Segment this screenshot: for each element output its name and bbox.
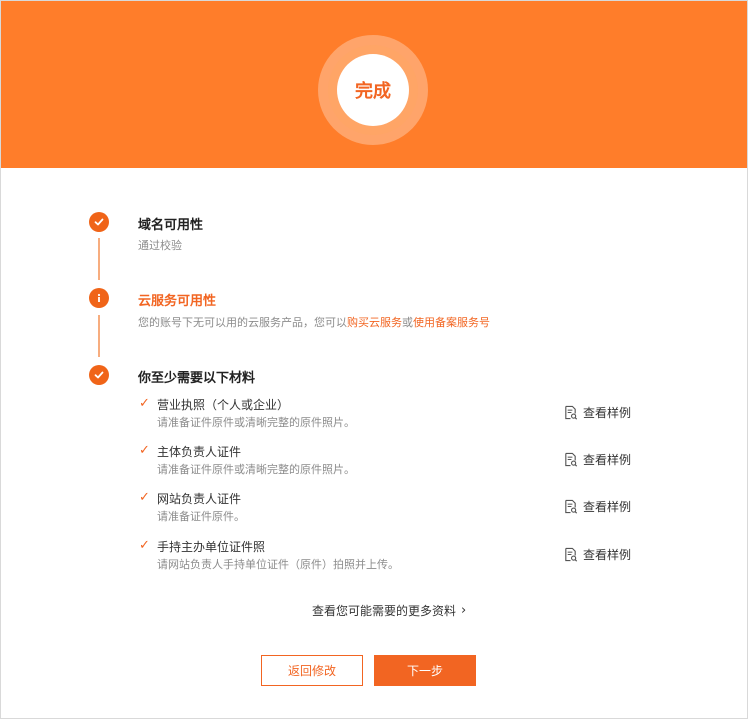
- status-label: 完成: [355, 81, 391, 102]
- step-2-connector-text: 或: [402, 316, 413, 329]
- step-2-title: 云服务可用性: [138, 294, 217, 309]
- document-search-icon: [565, 547, 578, 562]
- view-sample-label: 查看样例: [583, 500, 632, 514]
- view-sample-link[interactable]: 查看样例: [563, 404, 631, 421]
- more-materials-link[interactable]: 查看您可能需要的更多资料 ›: [312, 602, 466, 619]
- material-title: 手持主办单位证件照: [157, 540, 266, 554]
- material-title: 营业执照（个人或企业）: [157, 398, 290, 412]
- material-item: ✓ 手持主办单位证件照 请网站负责人手持单位证件（原件）拍照并上传。 查看样例: [0, 538, 748, 578]
- back-edit-button[interactable]: 返回修改: [261, 655, 363, 686]
- step-1-title: 域名可用性: [138, 218, 204, 233]
- document-search-icon: [565, 452, 578, 467]
- next-step-button[interactable]: 下一步: [374, 655, 476, 686]
- status-badge: 完成: [337, 54, 409, 126]
- material-check-icon: ✓: [139, 396, 150, 411]
- view-sample-link[interactable]: 查看样例: [563, 451, 631, 468]
- chevron-right-icon: ›: [461, 603, 467, 618]
- step-2-description: 您的账号下无可以用的云服务产品，您可以购买云服务或使用备案服务号: [138, 314, 490, 330]
- material-title: 主体负责人证件: [157, 445, 242, 459]
- material-item: ✓ 主体负责人证件 请准备证件原件或清晰完整的原件照片。 查看样例: [0, 443, 748, 483]
- view-sample-label: 查看样例: [583, 406, 632, 420]
- buy-cloud-service-link[interactable]: 购买云服务: [347, 316, 402, 329]
- material-item: ✓ 营业执照（个人或企业） 请准备证件原件或清晰完整的原件照片。 查看样例: [0, 396, 748, 436]
- step-1-description: 通过校验: [138, 239, 182, 252]
- document-search-icon: [565, 405, 578, 420]
- material-item: ✓ 网站负责人证件 请准备证件原件。 查看样例: [0, 490, 748, 530]
- view-sample-label: 查看样例: [583, 548, 632, 562]
- material-title: 网站负责人证件: [157, 492, 242, 506]
- more-materials-label: 查看您可能需要的更多资料: [312, 604, 457, 618]
- step-3-check-icon: [89, 365, 109, 385]
- material-description: 请准备证件原件或清晰完整的原件照片。: [157, 463, 355, 476]
- material-description: 请准备证件原件。: [157, 510, 245, 523]
- step-3-title: 你至少需要以下材料: [138, 371, 256, 386]
- material-check-icon: ✓: [139, 443, 150, 458]
- material-description: 请网站负责人手持单位证件（原件）拍照并上传。: [157, 558, 399, 571]
- view-sample-label: 查看样例: [583, 453, 632, 467]
- document-search-icon: [565, 499, 578, 514]
- material-check-icon: ✓: [139, 490, 150, 505]
- view-sample-link[interactable]: 查看样例: [563, 498, 631, 515]
- step-2-description-text: 您的账号下无可以用的云服务产品，您可以: [138, 316, 347, 329]
- step-1-check-icon: [89, 212, 109, 232]
- step-2-info-icon: [89, 288, 109, 308]
- step-connector-2: [98, 315, 100, 357]
- use-filing-service-number-link[interactable]: 使用备案服务号: [413, 316, 490, 329]
- step-connector-1: [98, 238, 100, 280]
- view-sample-link[interactable]: 查看样例: [563, 546, 631, 563]
- material-description: 请准备证件原件或清晰完整的原件照片。: [157, 416, 355, 429]
- material-check-icon: ✓: [139, 538, 150, 553]
